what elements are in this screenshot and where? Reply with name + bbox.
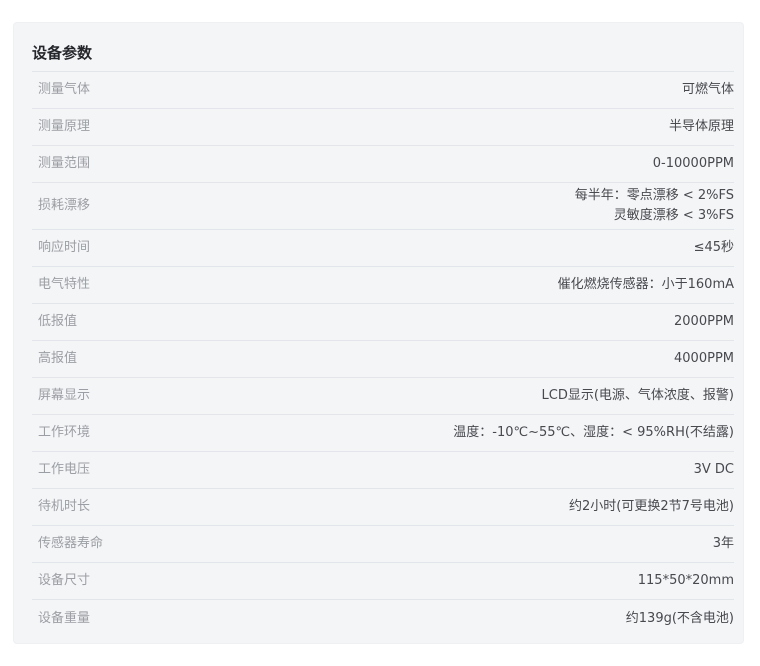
table-row: 测量原理 半导体原理 <box>32 109 734 146</box>
row-label: 低报值 <box>32 312 77 332</box>
row-label: 工作电压 <box>32 460 90 480</box>
row-label: 损耗漂移 <box>32 196 90 216</box>
row-label: 测量原理 <box>32 117 90 137</box>
row-value: 温度：-10℃~55℃、湿度：< 95%RH(不结露) <box>90 420 734 446</box>
row-value: LCD显示(电源、气体浓度、报警) <box>90 383 734 409</box>
row-label: 电气特性 <box>32 275 90 295</box>
row-value: 115*50*20mm <box>90 568 734 594</box>
row-label: 响应时间 <box>32 238 90 258</box>
row-label: 屏幕显示 <box>32 386 90 406</box>
table-row: 测量气体 可燃气体 <box>32 72 734 109</box>
row-value: 3V DC <box>90 457 734 483</box>
row-value: 半导体原理 <box>90 114 734 140</box>
row-value: 催化燃烧传感器：小于160mA <box>90 272 734 298</box>
row-label: 高报值 <box>32 349 77 369</box>
row-value: 约139g(不含电池) <box>90 606 734 632</box>
spec-table: 测量气体 可燃气体 测量原理 半导体原理 测量范围 0-10000PPM 损耗漂… <box>32 72 734 637</box>
row-value: ≤45秒 <box>90 235 734 261</box>
table-row: 工作电压 3V DC <box>32 452 734 489</box>
table-row: 屏幕显示 LCD显示(电源、气体浓度、报警) <box>32 378 734 415</box>
row-label: 测量气体 <box>32 80 90 100</box>
table-row: 电气特性 催化燃烧传感器：小于160mA <box>32 267 734 304</box>
row-value: 4000PPM <box>77 346 734 372</box>
row-label: 测量范围 <box>32 154 90 174</box>
table-row: 设备尺寸 115*50*20mm <box>32 563 734 600</box>
table-row: 待机时长 约2小时(可更换2节7号电池) <box>32 489 734 526</box>
table-row: 测量范围 0-10000PPM <box>32 146 734 183</box>
device-parameters-card: 设备参数 测量气体 可燃气体 测量原理 半导体原理 测量范围 0-10000PP… <box>13 22 744 644</box>
table-row: 工作环境 温度：-10℃~55℃、湿度：< 95%RH(不结露) <box>32 415 734 452</box>
table-row: 高报值 4000PPM <box>32 341 734 378</box>
row-value: 可燃气体 <box>90 77 734 103</box>
table-row: 损耗漂移 每半年：零点漂移 < 2%FS 灵敏度漂移 < 3%FS <box>32 183 734 230</box>
row-value: 3年 <box>103 531 734 557</box>
table-row: 传感器寿命 3年 <box>32 526 734 563</box>
row-value: 约2小时(可更换2节7号电池) <box>90 494 734 520</box>
row-label: 设备尺寸 <box>32 571 90 591</box>
table-row: 设备重量 约139g(不含电池) <box>32 600 734 637</box>
row-value: 2000PPM <box>77 309 734 335</box>
row-value: 0-10000PPM <box>90 151 734 177</box>
row-label: 待机时长 <box>32 497 90 517</box>
row-value: 每半年：零点漂移 < 2%FS 灵敏度漂移 < 3%FS <box>90 183 734 229</box>
table-row: 响应时间 ≤45秒 <box>32 230 734 267</box>
card-title: 设备参数 <box>32 41 734 72</box>
row-label: 传感器寿命 <box>32 534 103 554</box>
row-label: 工作环境 <box>32 423 90 443</box>
table-row: 低报值 2000PPM <box>32 304 734 341</box>
row-label: 设备重量 <box>32 609 90 629</box>
